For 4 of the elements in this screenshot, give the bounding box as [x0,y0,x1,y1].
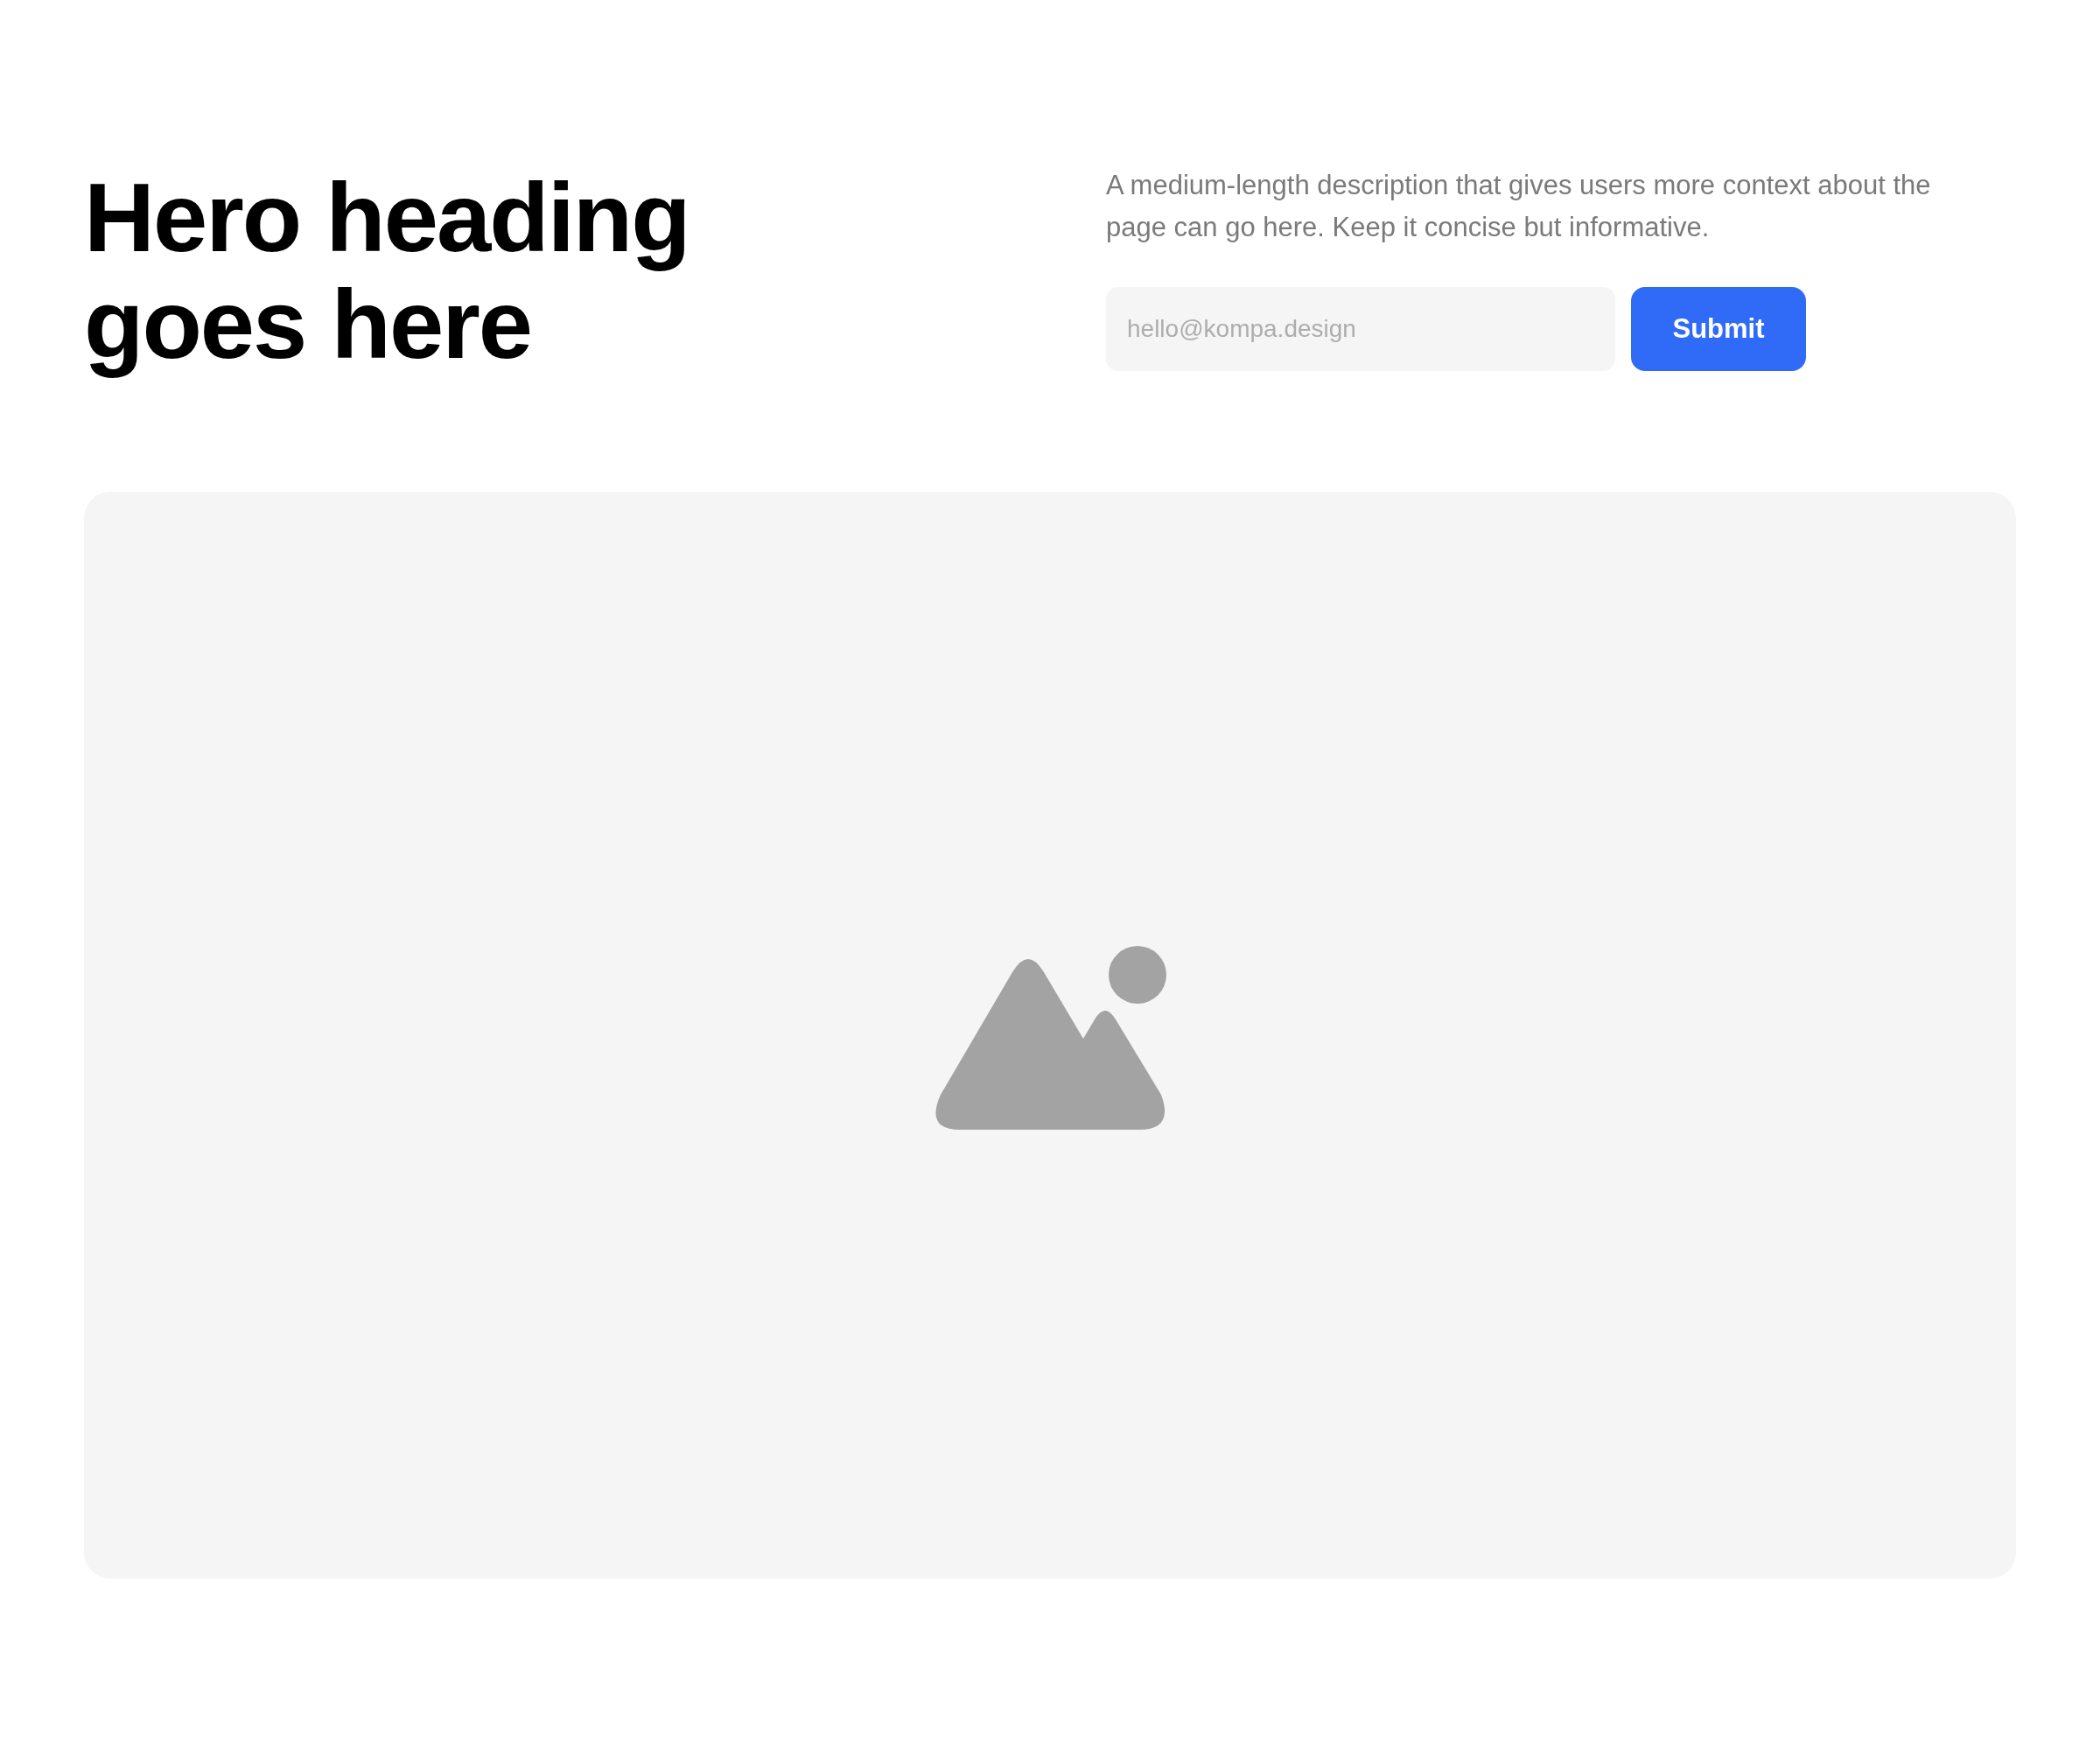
email-field[interactable]: hello@kompa.design [1106,287,1615,371]
hero-heading: Hero heading goes here [84,165,690,378]
submit-button[interactable]: Submit [1631,287,1806,371]
hero-description: A medium-length description that gives users more context about the page can go here. Keep it concise but informative. [1106,169,1932,244]
